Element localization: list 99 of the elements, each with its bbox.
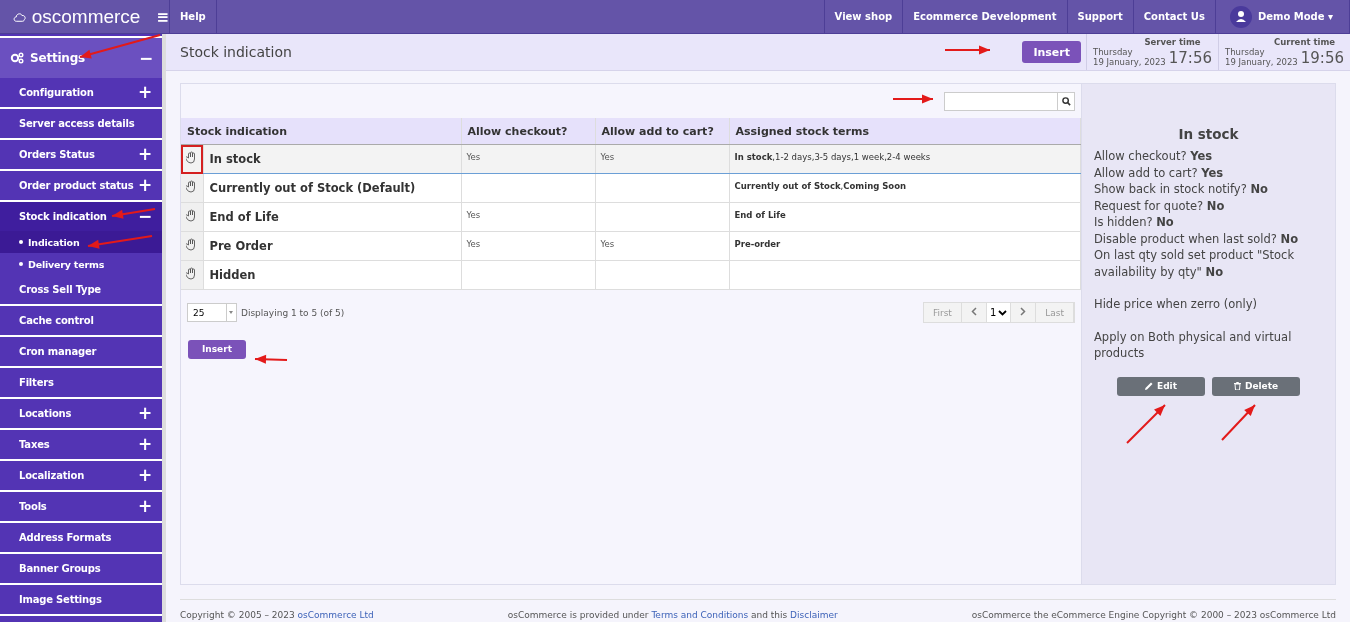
time-label: Server time (1143, 37, 1202, 47)
top-nav-link[interactable]: Ecommerce Development (902, 0, 1067, 33)
license-text: osCommerce is provided under Terms and Conditions and this Disclaimer (507, 610, 838, 620)
detail-text: Show back in stock notify? No (1094, 181, 1269, 198)
top-nav-link[interactable]: Contact Us (1132, 0, 1215, 33)
expand-toggle[interactable]: + (137, 498, 152, 515)
table-row[interactable]: In stock Yes Yes In stock,1-2 days,3-5 days,1 week,2-4 weeks (181, 144, 1081, 174)
insert-button[interactable]: Insert (1022, 41, 1081, 63)
detail-text: Allow checkout? Yes (1094, 148, 1214, 165)
brand-name[interactable]: oscommerce (31, 5, 141, 28)
chevron-left-icon (970, 307, 977, 316)
column-header[interactable]: Allow add to cart? (595, 118, 729, 145)
help-link[interactable]: Help (170, 0, 217, 33)
expand-toggle[interactable]: + (137, 177, 152, 194)
table-cell: Yes (595, 231, 729, 261)
search-button[interactable] (1058, 91, 1075, 111)
terms-link[interactable]: Terms and Conditions (651, 610, 749, 620)
sidebar-subitem[interactable]: Indication (0, 231, 162, 253)
pencil-icon (1145, 382, 1153, 390)
table-cell: Pre Order (203, 231, 461, 261)
clock-time: 17:56 (1168, 50, 1212, 67)
table-row[interactable]: End of Life Yes End of Life (181, 202, 1081, 232)
top-nav-link[interactable]: Support (1066, 0, 1133, 33)
table-cell: Yes (461, 202, 595, 232)
clock-time: 19:56 (1300, 50, 1344, 67)
edit-button[interactable]: Edit (1117, 376, 1205, 396)
expand-toggle[interactable]: + (137, 467, 152, 484)
company-link[interactable]: osCommerce Ltd (297, 610, 374, 620)
date-text: 19 January, 2023 (1225, 57, 1298, 67)
annotation-arrow (944, 45, 991, 55)
table-cell: End of Life (203, 202, 461, 232)
detail-text: Hide price when zerro (only) (1094, 296, 1258, 313)
menu-icon[interactable]: ≡ (156, 7, 169, 26)
page-select[interactable]: 1 (986, 303, 1012, 322)
expand-toggle[interactable]: − (137, 208, 152, 225)
top-nav-link[interactable]: View shop (823, 0, 903, 33)
insert-button[interactable]: Insert (188, 339, 246, 359)
delete-button[interactable]: Delete (1212, 376, 1300, 396)
date-text: 19 January, 2023 (1093, 57, 1166, 67)
expand-toggle[interactable]: + (137, 84, 152, 101)
column-header[interactable]: Stock indication (181, 118, 461, 145)
annotation-arrow (111, 208, 156, 219)
time-label: Current time (1272, 37, 1337, 47)
section-label: Settings (30, 51, 87, 65)
chevron-down-icon (998, 309, 1008, 316)
table-cell: Currently out of Stock (Default) (203, 173, 461, 203)
annotation-arrow (892, 94, 934, 104)
table-cell: Hidden (203, 260, 461, 290)
annotation-arrow (1221, 404, 1256, 441)
search-field[interactable] (944, 91, 1058, 111)
annotation-arrow (87, 235, 153, 249)
table-cell: In stock,1-2 days,3-5 days,1 week,2-4 weeks (729, 144, 1081, 174)
hand-icon[interactable] (186, 180, 198, 193)
expand-toggle[interactable]: + (137, 405, 152, 422)
table-cell: Yes (595, 144, 729, 174)
table-row[interactable]: Pre Order Yes Yes Pre-order (181, 231, 1081, 261)
hand-icon[interactable] (186, 151, 198, 164)
user-avatar-icon (1229, 5, 1252, 28)
annotation-arrow (254, 354, 288, 364)
hand-icon[interactable] (186, 209, 198, 222)
copyright-text: Copyright © 2005 – 2023 osCommerce Ltd (180, 610, 374, 620)
expand-toggle[interactable]: + (137, 436, 152, 453)
expand-toggle[interactable]: + (137, 146, 152, 163)
detail-text: On last qty sold set product "Stock availability by qty" No (1094, 247, 1296, 280)
detail-title: In stock (1177, 126, 1240, 142)
weekday-text: Thursday (1093, 47, 1134, 57)
sidebar-item[interactable]: Stock indication − (0, 202, 162, 231)
per-page-select[interactable]: 25 (187, 303, 237, 322)
table-cell: Yes (461, 231, 595, 261)
table-row[interactable]: Currently out of Stock (Default) Currently out of Stock,Coming Soon (181, 173, 1081, 203)
table-cell: Pre-order (729, 231, 1081, 261)
collapse-toggle[interactable]: − (138, 49, 153, 67)
weekday-text: Thursday (1225, 47, 1266, 57)
gears-icon (10, 52, 24, 64)
detail-text: Request for quote? No (1094, 197, 1226, 214)
search-icon (1061, 96, 1071, 106)
column-header[interactable]: Assigned stock terms (729, 118, 1081, 145)
detail-text: Apply on Both physical and virtual products (1094, 328, 1293, 362)
detail-text: Disable product when last sold? No (1094, 230, 1300, 247)
column-header[interactable]: Allow checkout? (461, 118, 595, 145)
annotation-arrow (1126, 404, 1166, 444)
table-cell: Currently out of Stock,Coming Soon (729, 173, 1081, 203)
table-cell: End of Life (729, 202, 1081, 232)
drag-handle-cell[interactable] (181, 144, 203, 174)
page-title: Stock indication (180, 44, 292, 60)
chevron-right-icon (1020, 307, 1027, 316)
detail-text: Allow add to cart? Yes (1094, 164, 1225, 181)
trash-icon (1233, 382, 1241, 390)
engine-copyright-text: osCommerce the eCommerce Engine Copyright © 2000 – 2023 osCommerce Ltd (971, 610, 1336, 620)
hand-icon[interactable] (186, 238, 198, 251)
table-row[interactable]: Hidden (181, 260, 1081, 290)
table-cell: In stock (203, 144, 461, 174)
disclaimer-link[interactable]: Disclaimer (790, 610, 838, 620)
user-menu-button[interactable]: Demo Mode ▾ (1257, 11, 1333, 22)
detail-text: Is hidden? No (1094, 214, 1175, 231)
pagination-info: Displaying 1 to 5 (of 5) (241, 307, 345, 318)
sidebar-section-header[interactable]: Settings − (0, 36, 162, 78)
table-cell: Yes (461, 144, 595, 174)
hand-icon[interactable] (186, 267, 198, 280)
